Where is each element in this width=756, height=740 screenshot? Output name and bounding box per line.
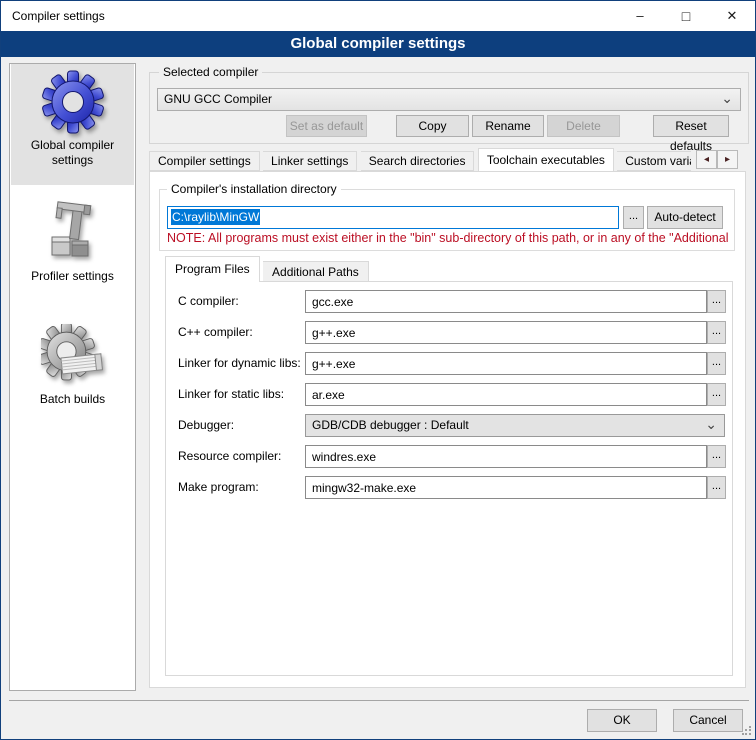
reset-defaults-button[interactable]: Reset defaults xyxy=(653,115,729,137)
minimize-button[interactable]: – xyxy=(617,1,663,31)
cancel-button[interactable]: Cancel xyxy=(673,709,743,732)
install-dir-legend: Compiler's installation directory xyxy=(167,182,341,196)
linker-dynamic-browse-button[interactable]: ... xyxy=(707,352,726,375)
copy-button[interactable]: Copy xyxy=(396,115,469,137)
tab-scroll-right-button[interactable]: ▸ xyxy=(717,150,738,169)
linker-dynamic-row: Linker for dynamic libs: ... xyxy=(166,352,734,375)
make-program-row: Make program: ... xyxy=(166,476,734,499)
auto-detect-button[interactable]: Auto-detect xyxy=(647,206,723,229)
sidebar-item-label: Profiler settings xyxy=(11,267,134,290)
install-dir-input[interactable]: C:\raylib\MinGW xyxy=(167,206,619,229)
debugger-row: Debugger: GDB/CDB debugger : Default ⌄ xyxy=(166,414,734,437)
profiler-icon xyxy=(41,201,105,265)
set-as-default-button[interactable]: Set as default xyxy=(286,115,367,137)
window-title: Compiler settings xyxy=(12,9,105,23)
linker-static-input[interactable] xyxy=(305,383,707,406)
subtab-additional-paths[interactable]: Additional Paths xyxy=(263,261,369,282)
rename-button[interactable]: Rename xyxy=(472,115,544,137)
sidebar-item-profiler-settings[interactable]: Profiler settings xyxy=(11,195,134,305)
install-dir-selected-text: C:\raylib\MinGW xyxy=(171,209,260,225)
page-title: Global compiler settings xyxy=(1,31,755,57)
resource-compiler-row: Resource compiler: ... xyxy=(166,445,734,468)
make-program-input[interactable] xyxy=(305,476,707,499)
program-files-panel: C compiler: ... C++ compiler: ... Linker… xyxy=(165,281,733,676)
selected-compiler-legend: Selected compiler xyxy=(159,65,262,79)
make-program-label: Make program: xyxy=(178,480,259,494)
debugger-select[interactable]: GDB/CDB debugger : Default ⌄ xyxy=(305,414,725,437)
tab-compiler-settings[interactable]: Compiler settings xyxy=(149,151,260,171)
linker-dynamic-label: Linker for dynamic libs: xyxy=(178,356,301,370)
c-compiler-label: C compiler: xyxy=(178,294,239,308)
install-dir-note: NOTE: All programs must exist either in … xyxy=(167,231,731,245)
c-compiler-row: C compiler: ... xyxy=(166,290,734,313)
resize-grip[interactable] xyxy=(742,726,752,736)
linker-static-browse-button[interactable]: ... xyxy=(707,383,726,406)
settings-sidebar: Global compiler settings Profiler xyxy=(9,63,136,691)
compiler-settings-dialog: Compiler settings – □ ✕ Global compiler … xyxy=(0,0,756,740)
cpp-compiler-browse-button[interactable]: ... xyxy=(707,321,726,344)
chevron-down-icon: ⌄ xyxy=(721,88,733,109)
make-program-browse-button[interactable]: ... xyxy=(707,476,726,499)
debugger-label: Debugger: xyxy=(178,418,234,432)
tab-linker-settings[interactable]: Linker settings xyxy=(263,151,357,171)
linker-static-label: Linker for static libs: xyxy=(178,387,284,401)
cpp-compiler-input[interactable] xyxy=(305,321,707,344)
tab-custom-variables[interactable]: Custom variables xyxy=(617,151,691,171)
cpp-compiler-row: C++ compiler: ... xyxy=(166,321,734,344)
c-compiler-browse-button[interactable]: ... xyxy=(707,290,726,313)
compiler-select[interactable]: GNU GCC Compiler ⌄ xyxy=(157,88,741,111)
resource-compiler-input[interactable] xyxy=(305,445,707,468)
sidebar-item-label: Batch builds xyxy=(11,390,134,413)
tab-scroll-left-button[interactable]: ◂ xyxy=(696,150,717,169)
linker-dynamic-input[interactable] xyxy=(305,352,707,375)
tab-toolchain-executables[interactable]: Toolchain executables xyxy=(478,148,614,171)
batch-builds-icon xyxy=(41,324,105,388)
debugger-select-value: GDB/CDB debugger : Default xyxy=(312,418,469,432)
chevron-down-icon: ⌄ xyxy=(705,414,717,435)
delete-button[interactable]: Delete xyxy=(547,115,620,137)
sidebar-item-label: Global compiler settings xyxy=(11,136,134,174)
cpp-compiler-label: C++ compiler: xyxy=(178,325,253,339)
maximize-button[interactable]: □ xyxy=(663,1,709,31)
linker-static-row: Linker for static libs: ... xyxy=(166,383,734,406)
ok-button[interactable]: OK xyxy=(587,709,657,732)
footer-divider xyxy=(9,700,749,701)
resource-compiler-browse-button[interactable]: ... xyxy=(707,445,726,468)
program-files-tab-bar: Program Files Additional Paths xyxy=(165,256,369,282)
subtab-program-files[interactable]: Program Files xyxy=(165,256,260,282)
title-bar[interactable]: Compiler settings – □ ✕ xyxy=(1,1,755,31)
close-button[interactable]: ✕ xyxy=(709,1,755,31)
c-compiler-input[interactable] xyxy=(305,290,707,313)
gear-blue-icon xyxy=(41,70,105,134)
sidebar-item-global-compiler-settings[interactable]: Global compiler settings xyxy=(11,64,134,185)
install-dir-browse-button[interactable]: ... xyxy=(623,206,644,229)
compiler-select-value: GNU GCC Compiler xyxy=(164,92,272,106)
resource-compiler-label: Resource compiler: xyxy=(178,449,281,463)
sidebar-item-batch-builds[interactable]: Batch builds xyxy=(11,318,134,428)
tab-search-directories[interactable]: Search directories xyxy=(361,151,475,171)
settings-tab-bar: Compiler settings Linker settings Search… xyxy=(149,148,691,171)
